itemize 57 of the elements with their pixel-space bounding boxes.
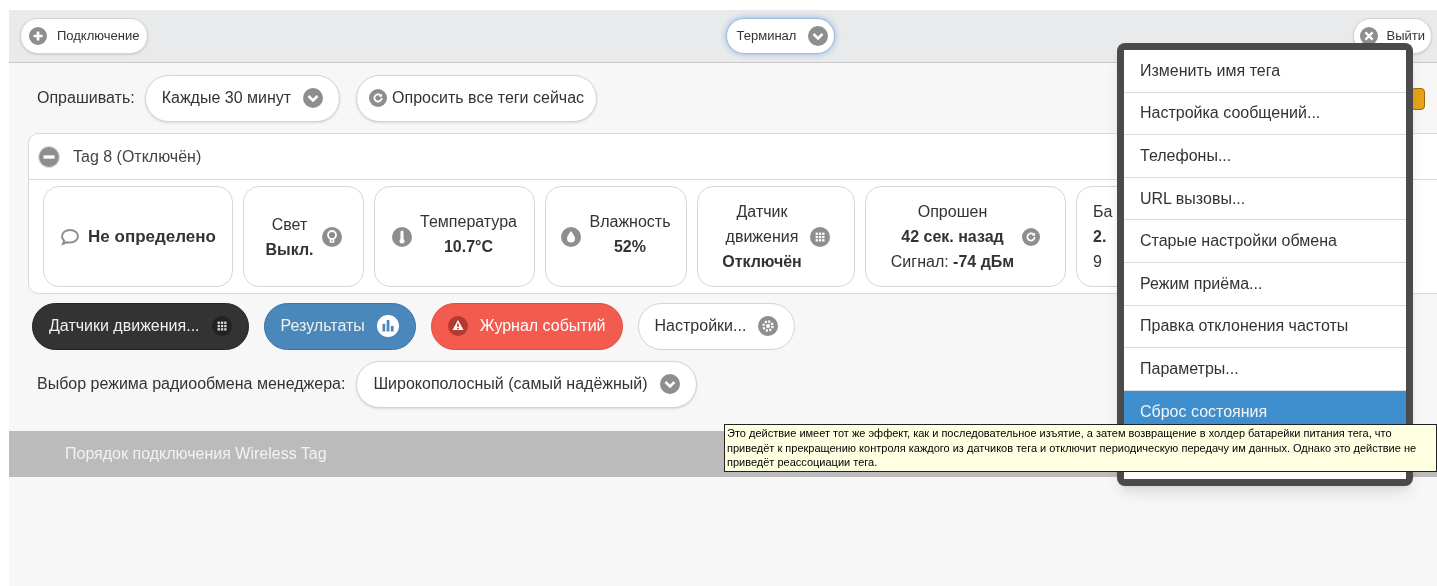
chevron-down-icon — [808, 26, 829, 46]
sensor-card[interactable]: Датчик движения Отключён — [697, 186, 855, 287]
refresh-icon — [1022, 227, 1041, 246]
action-button[interactable]: Настройки... — [637, 302, 796, 350]
menu-item[interactable]: Старые настройки обмена — [1124, 220, 1406, 263]
sensor-card[interactable]: Свет Выкл. — [243, 186, 364, 287]
menu-item[interactable]: Изменить имя тега — [1124, 50, 1406, 93]
thermometer-icon — [392, 226, 413, 247]
card-value: Выкл. — [265, 239, 314, 260]
grid-icon — [809, 226, 830, 247]
chevron-down-icon — [659, 374, 680, 394]
bar-chart-icon — [376, 315, 399, 337]
card-label: Опрошен — [917, 202, 988, 222]
plus-icon — [29, 27, 47, 45]
card-value: 10.7°C — [443, 236, 494, 257]
grid-icon — [211, 316, 232, 336]
card-value: Не определено — [88, 226, 216, 248]
connect-button[interactable]: Подключение — [20, 18, 149, 54]
tag-title: Tag 8 (Отключён) — [73, 146, 202, 167]
action-button[interactable]: Датчики движения... — [32, 302, 249, 350]
menu-item[interactable]: Параметры... — [1124, 348, 1406, 391]
water-drop-icon — [561, 226, 582, 247]
tooltip: Это действие имеет тот же эффект, как и последовательное изъятие, а затем возвращение в холдер батарейки питания тега, что приведёт к прекращению контроля каждого из датчиков тега и отключит периодическую передачу им данных. Однако это действие не приведёт реассоциации тега. — [724, 424, 1437, 472]
warning-icon — [447, 316, 468, 336]
menu-item[interactable]: Телефоны... — [1124, 135, 1406, 178]
menu-item[interactable]: Режим приёма... — [1124, 262, 1406, 306]
card-label: Свет — [271, 214, 308, 235]
card-note: 9 — [1093, 252, 1102, 272]
refresh-icon — [369, 89, 388, 107]
card-label: Датчик — [736, 202, 788, 222]
speech-bubble-icon — [60, 226, 81, 247]
card-value: 2. — [1093, 227, 1107, 247]
collapse-icon[interactable] — [38, 145, 60, 168]
sensor-card[interactable]: Влажность 52% — [545, 186, 687, 287]
card-note: Сигнал: -74 дБм — [890, 252, 1015, 272]
light-bulb-icon — [321, 226, 342, 247]
card-value: 52% — [613, 236, 646, 257]
sensor-card[interactable]: Не определено — [43, 186, 233, 287]
card-value: Отключён — [722, 252, 802, 272]
menu-item[interactable]: URL вызовы... — [1124, 177, 1406, 221]
card-label: Ба — [1093, 202, 1113, 222]
chevron-down-icon — [303, 88, 324, 108]
radio-mode-select[interactable]: Широкополосный (самый надёжный) — [356, 360, 697, 408]
sensor-card[interactable]: Опрошен 42 сек. назад Сигнал: -74 дБм — [865, 186, 1066, 287]
poll-all-button[interactable]: Опросить все теги сейчас — [356, 74, 598, 122]
interval-select[interactable]: Каждые 30 минут — [144, 74, 341, 122]
card-label: Влажность — [589, 211, 671, 232]
mode-select[interactable]: Терминал — [725, 18, 836, 54]
poll-label: Опрашивать: — [37, 88, 135, 108]
card-value: 42 сек. назад — [901, 227, 1004, 247]
radio-mode-label: Выбор режима радиообмена менеджера: — [37, 374, 346, 394]
card-label: Температура — [420, 211, 517, 232]
settings-icon — [758, 316, 779, 336]
card-label: движения — [725, 227, 799, 247]
menu-item[interactable]: Настройка сообщений... — [1124, 92, 1406, 136]
menu-item[interactable]: Правка отклонения частоты — [1124, 305, 1406, 349]
sensor-card[interactable]: Температура 10.7°C — [374, 186, 535, 287]
